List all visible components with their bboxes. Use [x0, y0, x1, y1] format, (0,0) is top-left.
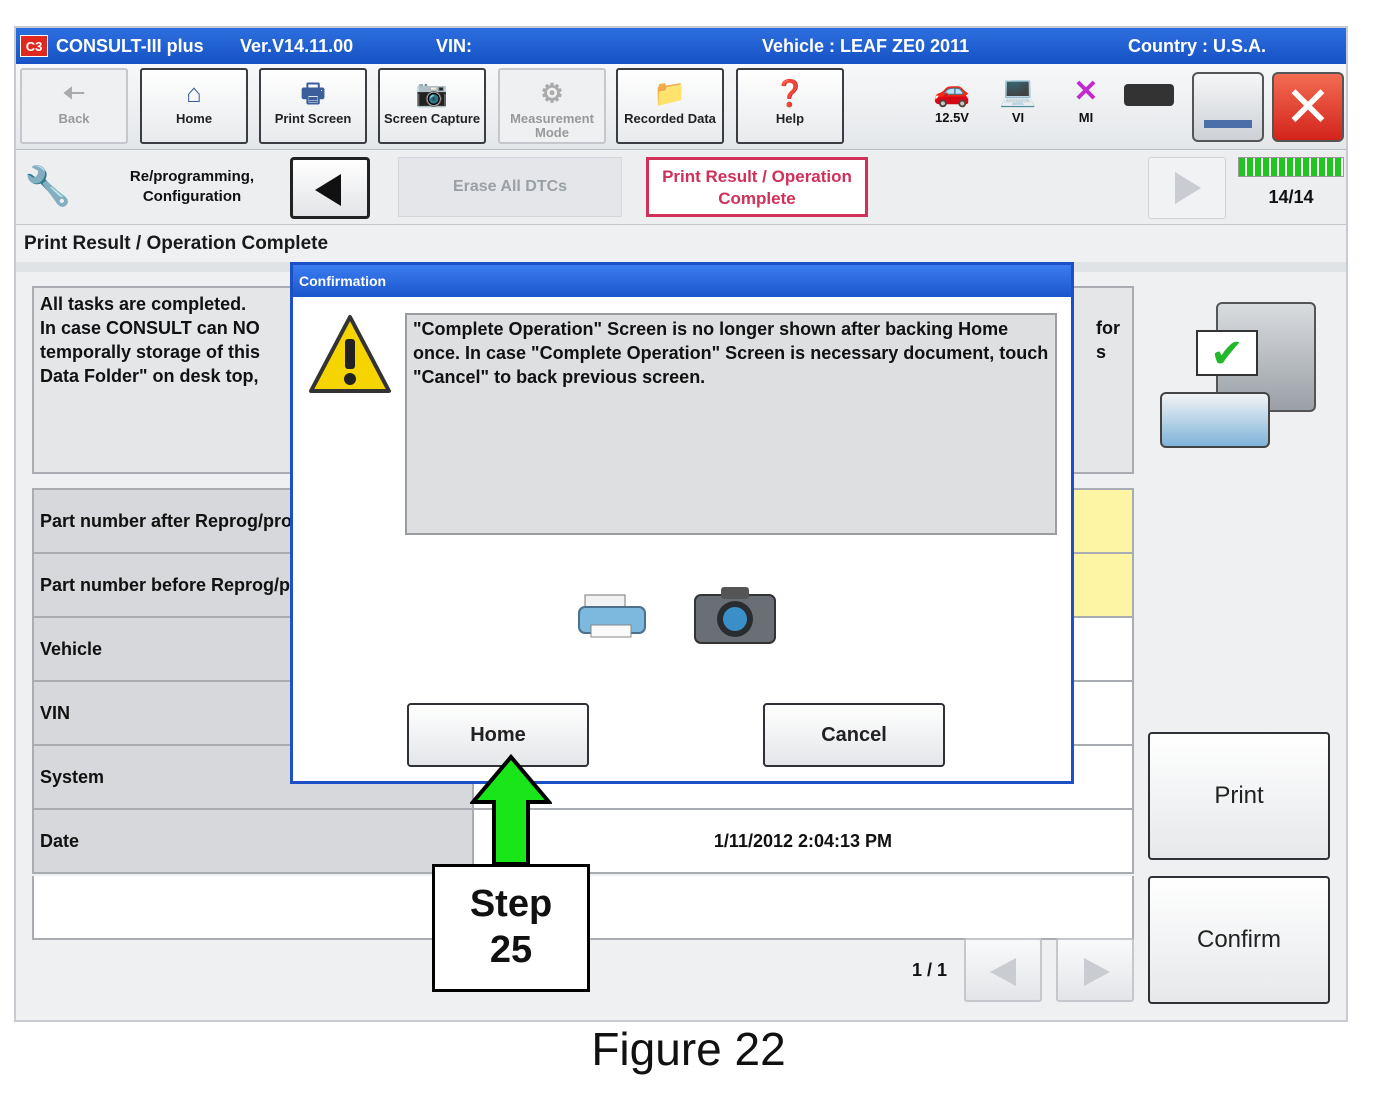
measurement-icon: ⚙ [540, 78, 564, 108]
progress-count: 14/14 [1268, 187, 1314, 207]
vi-connector-icon: 💻 [999, 75, 1037, 108]
dialog-printer-icon [577, 591, 647, 639]
dialog-title: Confirmation [293, 265, 1071, 297]
dialog-message: "Complete Operation" Screen is no longer… [405, 313, 1057, 535]
back-button[interactable]: 🠠 Back [20, 68, 128, 144]
home-button[interactable]: ⌂ Home [140, 68, 248, 144]
car-icon: 🚗 [933, 75, 971, 108]
warning-icon [307, 313, 393, 395]
figure-caption: Figure 22 [591, 1023, 786, 1075]
page-next-button[interactable] [1056, 938, 1134, 1002]
help-button[interactable]: ❓ Help [736, 68, 844, 144]
mi-status: ✕ MI [1060, 74, 1112, 125]
minimize-button[interactable] [1192, 72, 1264, 142]
message-right-fragment: s [1096, 342, 1107, 362]
page-prev-button[interactable] [964, 938, 1042, 1002]
step-print-result-current: Print Result / Operation Complete [646, 157, 868, 217]
toolbar: 🠠 Back ⌂ Home 🖶 Print Screen 📷 Screen Ca… [16, 64, 1346, 150]
vin-label: VIN: [436, 36, 472, 56]
step-number: 25 [489, 929, 533, 971]
left-triangle-icon [315, 174, 341, 206]
section-label: Re/programming, Configuration [129, 168, 255, 205]
country-label: Country : U.S.A. [1128, 36, 1266, 56]
reprogramming-icon: 🔧 [24, 166, 72, 208]
progress-indicator: 14/14 [1238, 157, 1344, 219]
minimize-icon [1204, 120, 1252, 128]
page-indicator: 1 / 1 [912, 960, 948, 980]
dialog-camera-icon [691, 583, 779, 647]
row-label: Date [32, 808, 474, 874]
nav-back-button[interactable] [290, 157, 370, 219]
nav-next-button[interactable] [1148, 157, 1226, 219]
consult-logo-icon: C3 [20, 35, 48, 57]
progress-bar-fill [1239, 158, 1343, 176]
app-title: CONSULT-III plus [56, 36, 204, 56]
vehicle-label: Vehicle : LEAF ZE0 2011 [762, 36, 970, 56]
house-icon: ⌂ [186, 78, 202, 108]
vi-status: 💻 VI [992, 74, 1044, 125]
green-arrow-icon [468, 753, 554, 866]
mi-disconnected-icon: ✕ [1073, 75, 1099, 108]
check-mark-icon: ✔ [1196, 330, 1258, 376]
print-button[interactable]: Print [1148, 732, 1330, 860]
step-callout-box: Step 25 [432, 864, 590, 992]
cancel-dialog-button[interactable]: Cancel [763, 703, 945, 767]
battery-icon [1124, 84, 1174, 106]
right-triangle-icon [1175, 172, 1201, 204]
measurement-mode-button[interactable]: ⚙ Measurement Mode [498, 68, 606, 144]
confirmation-dialog: Confirmation "Complete Operation" Screen… [290, 262, 1074, 784]
step-word: Step [469, 883, 553, 925]
navigation-bar: 🔧 Re/programming, Configuration Erase Al… [16, 151, 1346, 225]
progress-bar [1238, 157, 1344, 177]
printer-icon [1160, 392, 1270, 448]
message-right-fragment: for [1096, 318, 1120, 338]
close-button[interactable]: ✕ [1272, 72, 1344, 142]
help-icon: ❓ [773, 78, 807, 108]
app-version: Ver.V14.11.00 [240, 36, 354, 56]
camera-icon: 📷 [415, 78, 449, 108]
title-bar: C3 CONSULT-III plus Ver.V14.11.00 VIN: V… [16, 28, 1346, 64]
close-icon: ✕ [1284, 75, 1332, 138]
recorded-data-icon: 📁 [653, 78, 687, 108]
printer-icon: 🖶 [300, 78, 326, 108]
right-triangle-icon [1084, 958, 1110, 986]
screen-capture-button[interactable]: 📷 Screen Capture [378, 68, 486, 144]
page-title: Print Result / Operation Complete [24, 233, 329, 254]
step-erase-all-dtcs: Erase All DTCs [398, 157, 622, 217]
left-triangle-icon [990, 958, 1016, 986]
confirm-button[interactable]: Confirm [1148, 876, 1330, 1004]
recorded-data-button[interactable]: 📁 Recorded Data [616, 68, 724, 144]
back-arrow-icon: 🠠 [62, 78, 86, 108]
print-complete-illustration: ✔ [1156, 292, 1336, 472]
consult-window: C3 CONSULT-III plus Ver.V14.11.00 VIN: V… [14, 26, 1348, 1022]
print-screen-button[interactable]: 🖶 Print Screen [259, 68, 367, 144]
battery-voltage-status: 🚗 12.5V [922, 74, 982, 125]
